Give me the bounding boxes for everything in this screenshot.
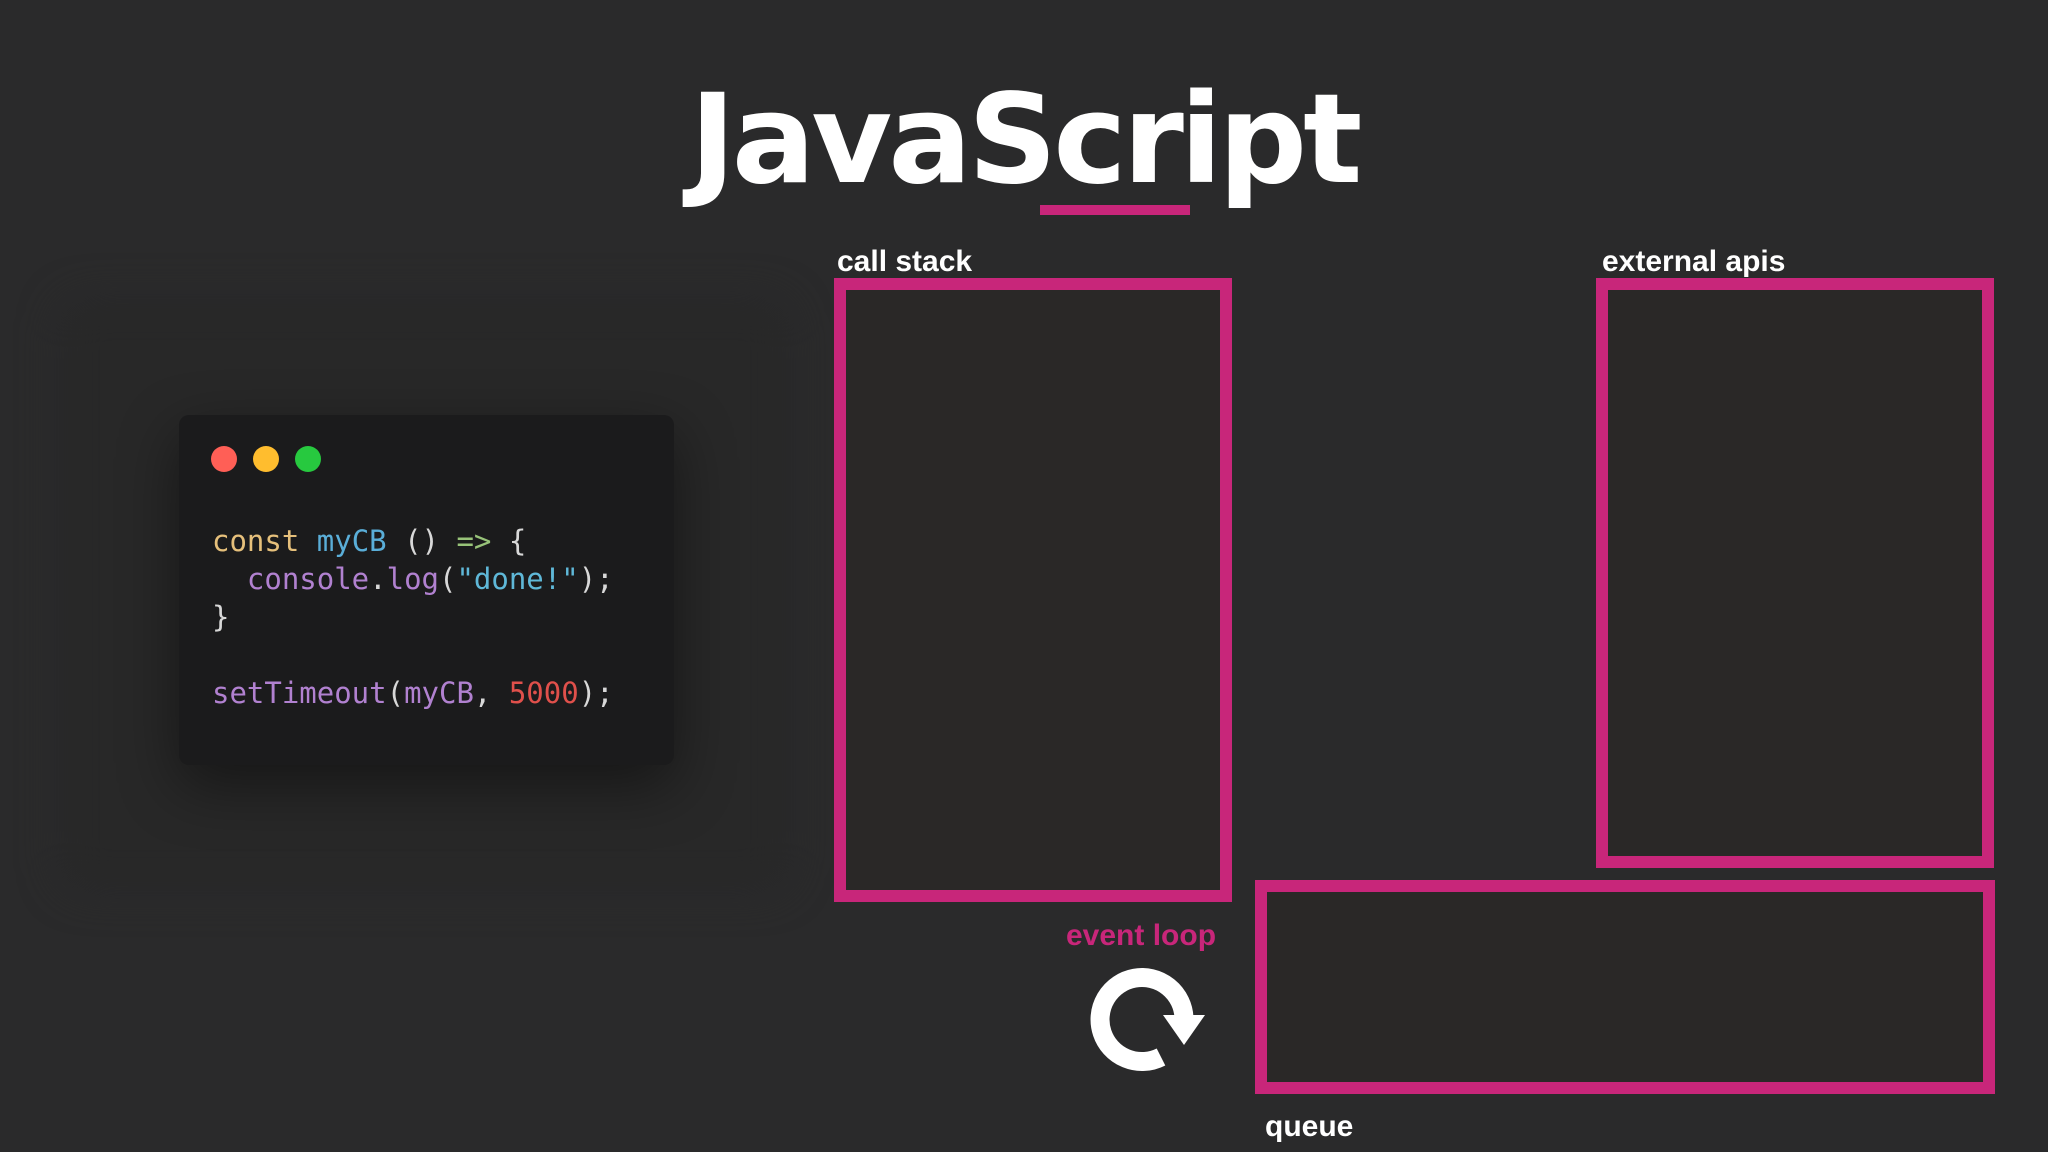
queue-label: queue [1265,1110,1354,1143]
code-token: } [212,600,230,634]
code-token: => [456,524,492,558]
code-token: ( [439,562,457,596]
close-dot-icon [211,446,237,472]
code-token: setTimeout [212,676,387,710]
page-title: JavaScript [689,68,1363,212]
event-loop-label: event loop [1066,919,1217,952]
code-token: myCB [404,676,474,710]
code-token: ); [578,676,614,710]
code-token: console [246,562,370,596]
code-token: myCB [316,524,387,558]
code-token: () [386,524,457,558]
code-line: setTimeout(myCB, 5000); [212,674,614,712]
external-apis-label: external apis [1602,245,1786,278]
call-stack-box [834,278,1232,902]
title-underline [1040,205,1190,215]
call-stack-label: call stack [837,245,973,278]
code-token: ); [578,562,614,596]
code-token: . [369,562,387,596]
code-token: const [212,524,300,558]
queue-box [1255,880,1995,1094]
minimize-dot-icon [253,446,279,472]
code-token: 5000 [508,676,579,710]
code-window: const myCB () => { console.log("done!");… [179,415,674,765]
code-token: , [473,676,509,710]
code-line: console.log("done!"); [212,560,614,598]
external-apis-box [1596,278,1994,868]
code-line: const myCB () => { [212,522,614,560]
code-token: "done!" [456,562,579,596]
code-token: ( [386,676,405,710]
maximize-dot-icon [295,446,321,472]
code-line: } [212,598,614,636]
circular-arrow-icon [1090,968,1205,1072]
code-block: const myCB () => { console.log("done!");… [212,522,614,712]
code-token: { [491,524,527,558]
code-token: log [386,562,439,596]
